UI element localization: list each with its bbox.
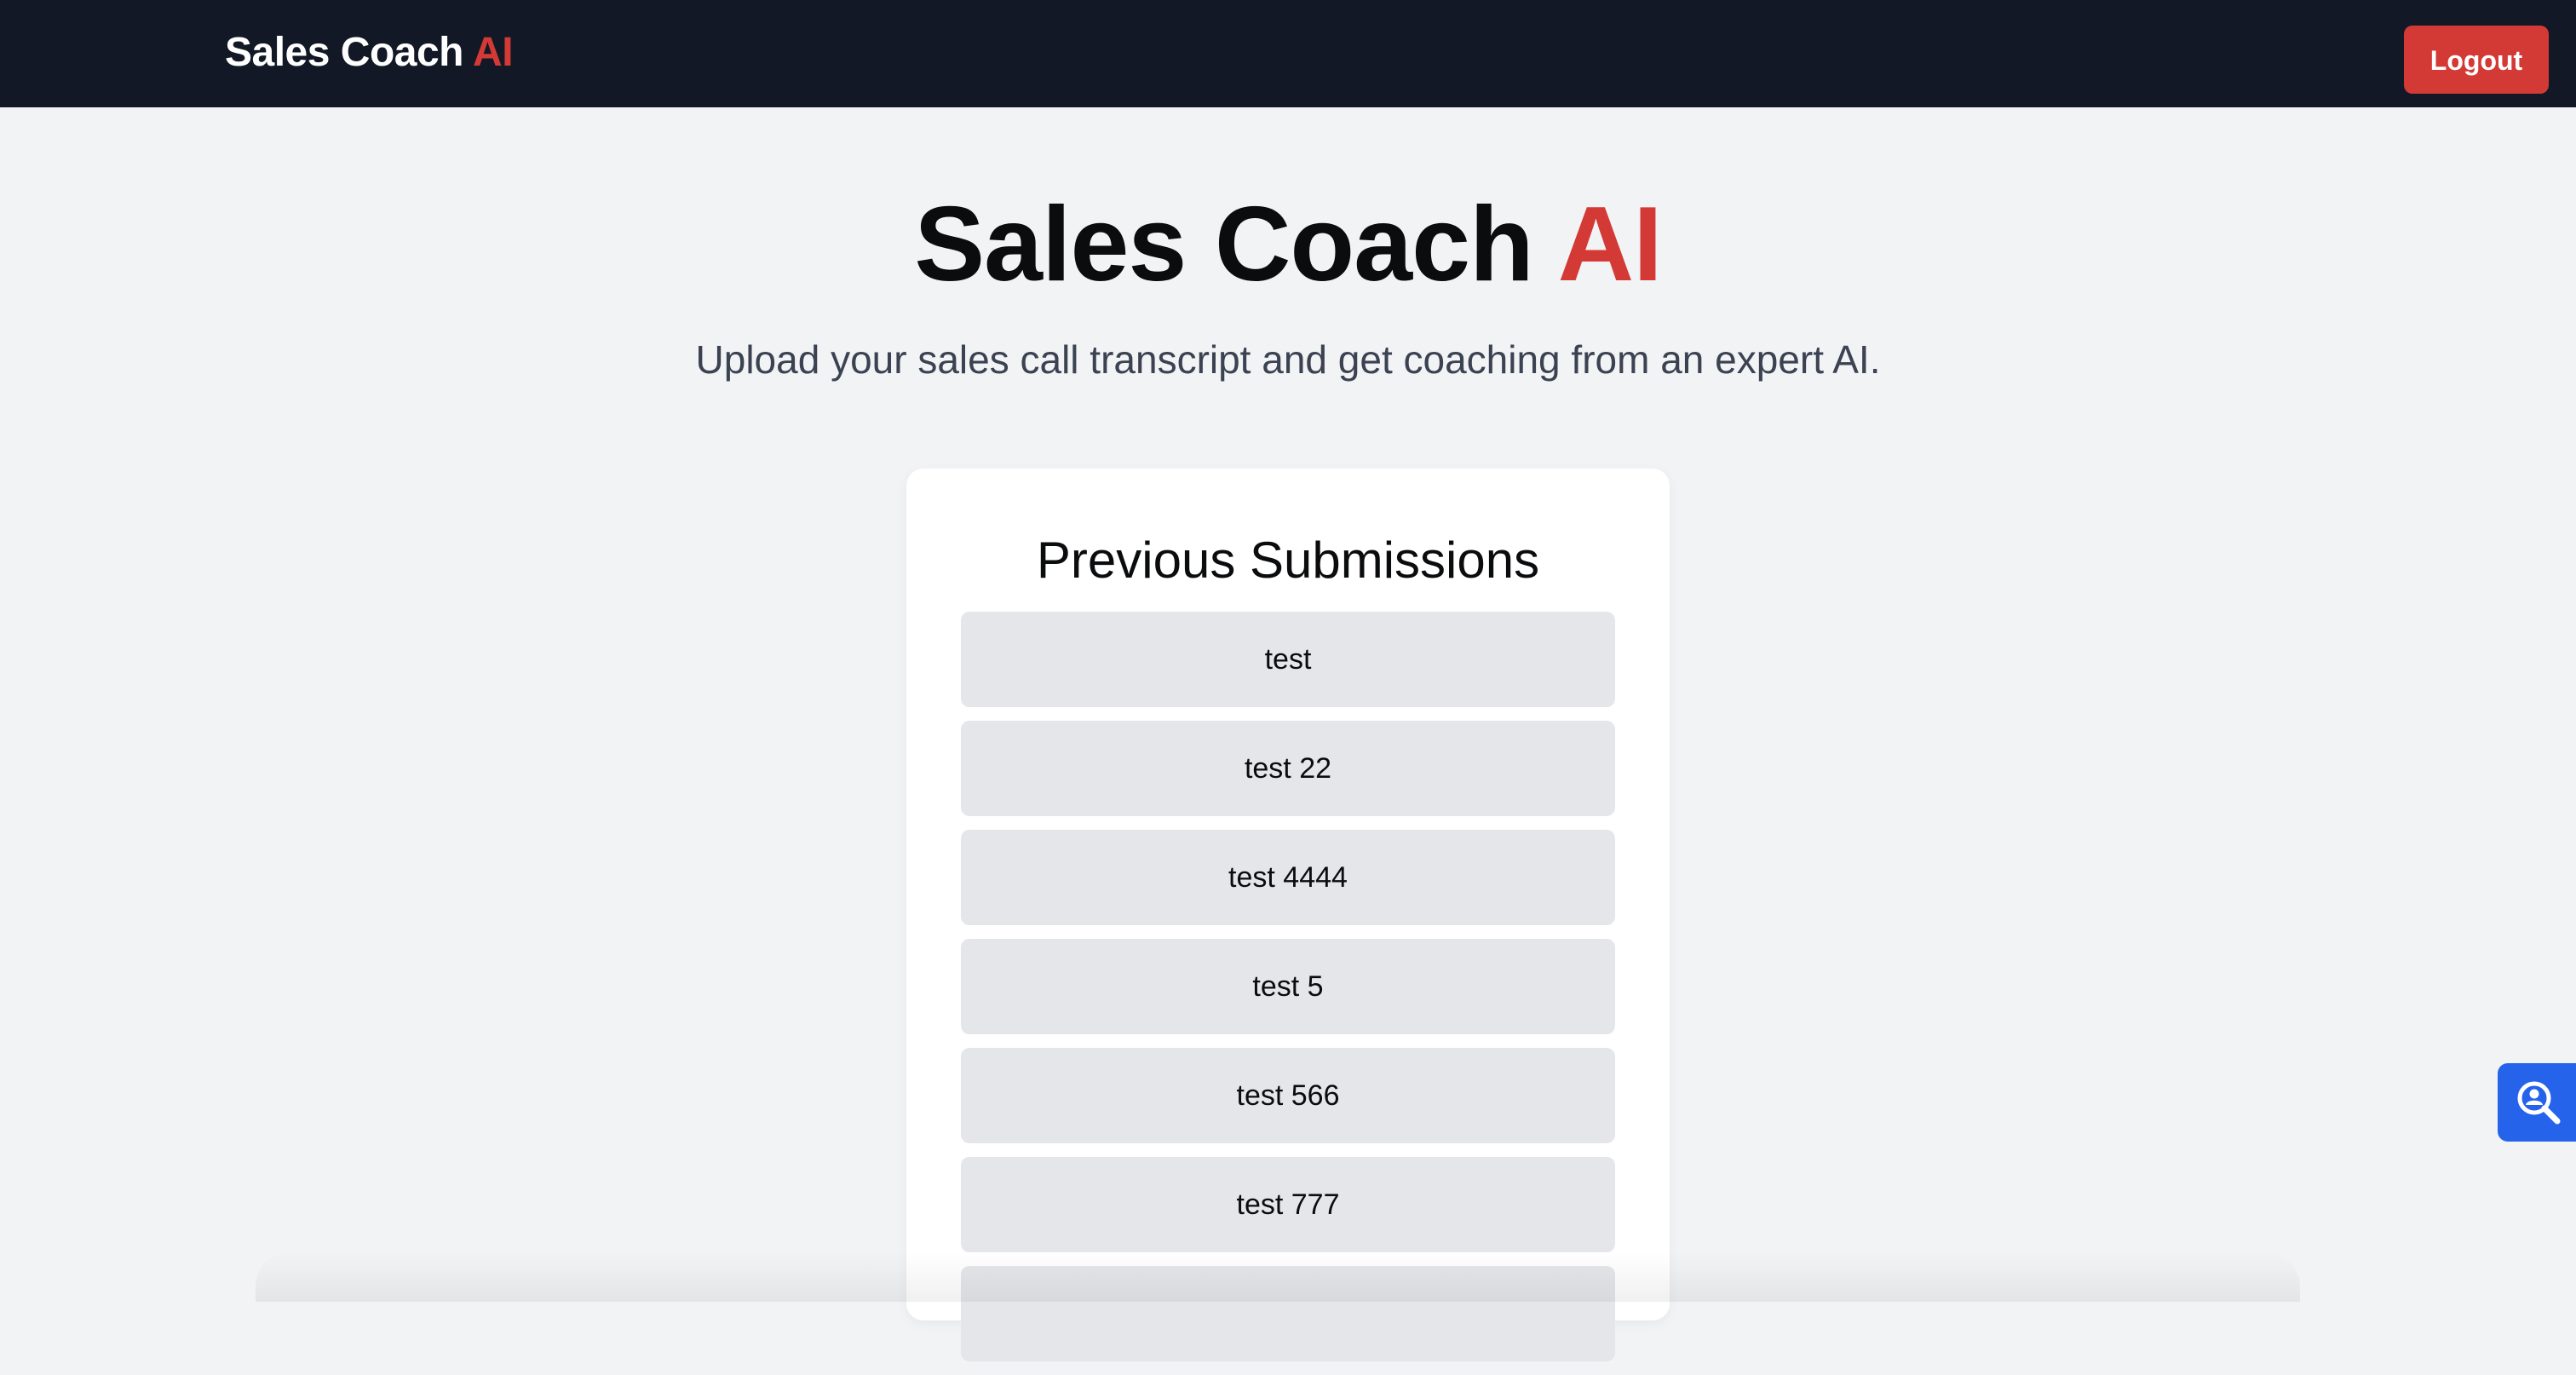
submission-item[interactable] [961,1266,1615,1361]
submission-item[interactable]: test 5 [961,939,1615,1034]
brand-accent: AI [473,30,514,75]
top-navbar: Sales Coach AI Logout [0,0,2576,107]
submissions-card: Previous Submissions test test 22 test 4… [906,469,1670,1361]
floating-assistant-button[interactable] [2498,1063,2576,1142]
page-title: Sales Coach AI [0,181,2576,308]
search-user-icon [2517,1081,2561,1125]
submissions-title: Previous Submissions [1036,532,1540,589]
brand-name: Sales Coach [225,30,463,75]
brand-logo[interactable]: Sales Coach AI [225,27,514,78]
page-title-main: Sales Coach [914,186,1533,303]
submission-item[interactable]: test [961,612,1615,707]
page-title-accent: AI [1557,186,1663,303]
submission-item[interactable]: test 4444 [961,830,1615,925]
page-subtitle: Upload your sales call transcript and ge… [695,337,1881,382]
logout-button[interactable]: Logout [2404,26,2549,94]
submissions-list: test test 22 test 4444 test 5 test 566 t… [961,612,1615,1375]
submission-item[interactable]: test 22 [961,721,1615,816]
submission-item[interactable]: test 777 [961,1157,1615,1252]
submission-item[interactable]: test 566 [961,1048,1615,1143]
